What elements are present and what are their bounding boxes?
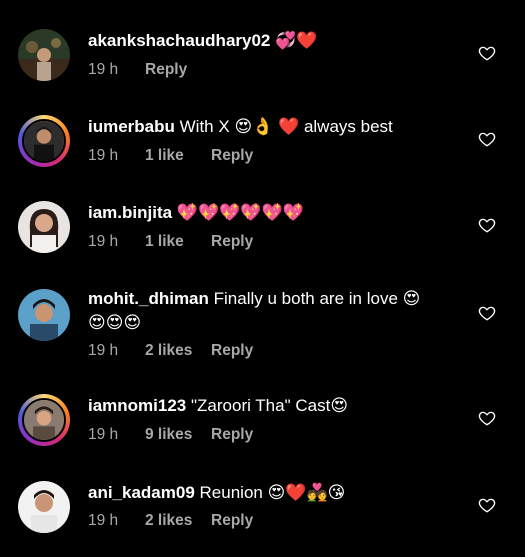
reply-button[interactable]: Reply — [211, 342, 253, 360]
avatar-image-icon — [18, 481, 70, 533]
reply-button[interactable]: Reply — [211, 233, 253, 251]
comment-emoji: 😍 — [330, 396, 349, 415]
comment-timestamp: 19 h — [88, 512, 119, 529]
comment-item: iamnomi123 "Zaroori Tha" Cast😍 19 h 9 lik… — [0, 370, 525, 456]
reply-button[interactable]: Reply — [211, 426, 253, 444]
like-count[interactable]: 2 likes — [145, 512, 211, 530]
comment-text: iam.binjita 💖💖💖💖💖💖 — [88, 200, 304, 226]
comment-meta: 19 h 9 likes Reply — [88, 426, 253, 444]
avatar[interactable] — [18, 115, 70, 167]
avatar-image-icon — [24, 121, 64, 161]
comment-emoji: 😍😍😍 — [88, 313, 142, 332]
comment-timestamp: 19 h — [88, 426, 119, 443]
comment-emoji: 😍❤️💑😘 — [267, 483, 346, 502]
comment-body: "Zaroori Tha" Cast — [191, 396, 331, 415]
comment-meta: 19 h 2 likes Reply — [88, 512, 253, 530]
comment-body: Finally u both are in love — [213, 289, 398, 308]
comment-meta: 19 h 1 like Reply — [88, 233, 253, 251]
comment-text: iamnomi123 "Zaroori Tha" Cast😍 — [88, 393, 348, 419]
heart-outline-icon[interactable] — [478, 304, 496, 322]
comment-meta: 19 h 1 like Reply — [88, 147, 253, 165]
avatar[interactable] — [18, 201, 70, 253]
comment-meta: 19 h Reply — [88, 61, 187, 79]
comment-emoji: 💞❤️ — [275, 31, 318, 50]
comment-text: mohit._dhiman Finally u both are in love… — [88, 286, 420, 312]
comment-timestamp: 19 h — [88, 233, 119, 250]
comment-text: ani_kadam09 Reunion 😍❤️💑😘 — [88, 480, 345, 506]
comment-item: ani_kadam09 Reunion 😍❤️💑😘 19 h 2 likes Rep… — [0, 456, 525, 557]
heart-outline-icon[interactable] — [478, 496, 496, 514]
comment-item: iumerbabu With X 😍👌 ❤️ always best 19 h1… — [0, 86, 525, 172]
heart-outline-icon[interactable] — [478, 409, 496, 427]
username[interactable]: ani_kadam09 — [88, 483, 195, 502]
comment-item: akankshachaudhary02 💞❤️ 19 h Reply — [0, 0, 525, 86]
like-count[interactable]: 9 likes — [145, 426, 211, 444]
comment-body-end: always best — [303, 117, 393, 136]
reply-button[interactable]: Reply — [145, 61, 187, 79]
comment-timestamp: 19 h — [88, 147, 119, 164]
avatar-image-icon — [24, 400, 64, 440]
avatar-image-icon — [18, 29, 70, 81]
username[interactable]: iamnomi123 — [88, 396, 186, 415]
comment-emoji: 😍👌 ❤️ — [234, 117, 300, 136]
comment-text-line2: 😍😍😍 — [88, 310, 141, 336]
heart-outline-icon[interactable] — [478, 216, 496, 234]
avatar[interactable] — [18, 394, 70, 446]
reply-button[interactable]: Reply — [211, 147, 253, 165]
like-count[interactable]: 1 like — [145, 147, 211, 165]
heart-outline-icon[interactable] — [478, 44, 496, 62]
username[interactable]: iumerbabu — [88, 117, 175, 136]
avatar[interactable] — [18, 289, 70, 341]
avatar-image-icon — [18, 201, 70, 253]
avatar-image-icon — [18, 289, 70, 341]
heart-outline-icon[interactable] — [478, 130, 496, 148]
avatar[interactable] — [18, 481, 70, 533]
comment-item: mohit._dhiman Finally u both are in love… — [0, 258, 525, 370]
comment-body: With X — [179, 117, 230, 136]
comment-body: Reunion — [199, 483, 263, 502]
like-count[interactable]: 1 like — [145, 233, 211, 251]
comment-timestamp: 19 h — [88, 61, 119, 78]
comment-timestamp: 19 h — [88, 342, 119, 359]
like-count[interactable]: 2 likes — [145, 342, 211, 360]
comment-emoji: 😍 — [402, 289, 421, 308]
username[interactable]: akankshachaudhary02 — [88, 31, 270, 50]
avatar[interactable] — [18, 29, 70, 81]
reply-button[interactable]: Reply — [211, 512, 253, 530]
comment-text: akankshachaudhary02 💞❤️ — [88, 28, 317, 54]
username[interactable]: iam.binjita — [88, 203, 172, 222]
comment-text: iumerbabu With X 😍👌 ❤️ always best — [88, 114, 393, 140]
username[interactable]: mohit._dhiman — [88, 289, 209, 308]
comment-emoji: 💖💖💖💖💖💖 — [176, 203, 304, 222]
comment-item: iam.binjita 💖💖💖💖💖💖 19 h 1 like Reply — [0, 172, 525, 258]
comment-meta: 19 h 2 likes Reply — [88, 342, 253, 360]
